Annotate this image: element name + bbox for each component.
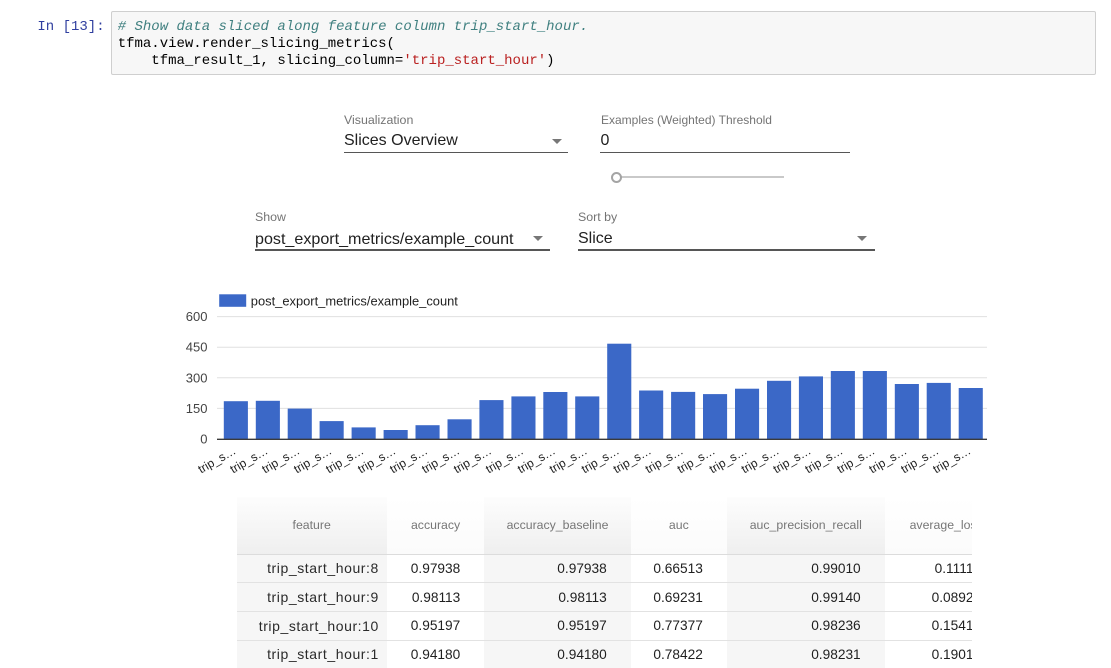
- svg-text:0: 0: [200, 432, 207, 447]
- svg-text:300: 300: [186, 370, 208, 385]
- svg-text:450: 450: [186, 340, 208, 355]
- svg-text:150: 150: [186, 401, 208, 416]
- svg-text:post_export_metrics/example_co: post_export_metrics/example_count: [251, 293, 458, 308]
- svg-text:600: 600: [186, 309, 208, 324]
